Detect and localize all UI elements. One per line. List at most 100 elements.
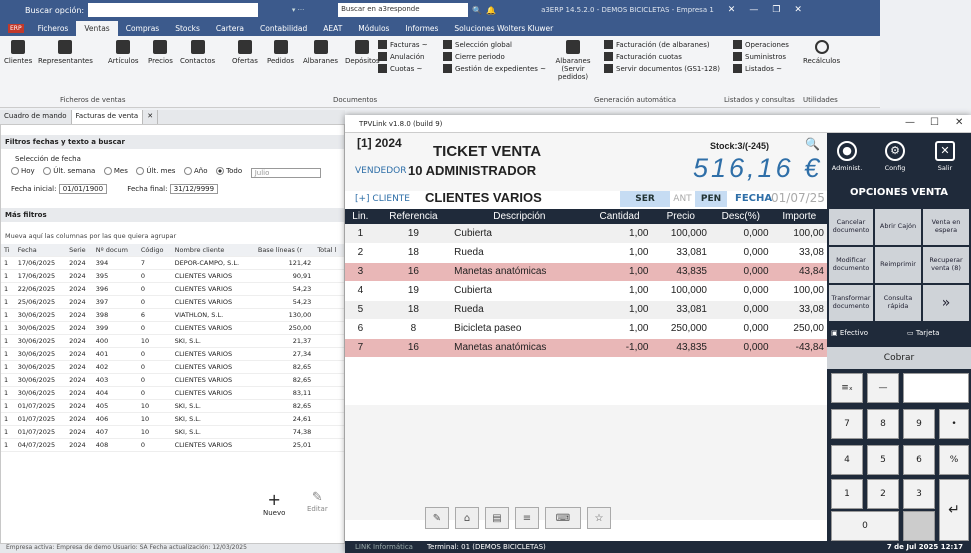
table-row[interactable]: 1 04/07/2025 2024 408 0 CLIENTES VARIOS 25,01: [1, 438, 344, 452]
suministros-button[interactable]: Suministros: [733, 52, 786, 61]
column-header[interactable]: Ti: [1, 244, 15, 257]
table-row[interactable]: 1 30/06/2025 2024 401 0 CLIENTES VARIOS 27,34: [1, 347, 344, 361]
reimprimir-button[interactable]: Reimprimir: [875, 247, 921, 283]
list-arrow-icon[interactable]: ≡: [515, 507, 539, 529]
ticket-line-row[interactable]: 5 18 Rueda 1,00 33,081 0,000 33,08: [345, 300, 827, 320]
ticket-line-row[interactable]: 4 19 Cubierta 1,00 100,000 0,000 100,00: [345, 281, 827, 301]
pedidos-button[interactable]: Pedidos: [267, 40, 294, 65]
cuotas-menu[interactable]: Cuotas ~: [378, 64, 422, 73]
abrir-cajon-button[interactable]: Abrir Cajón: [875, 209, 921, 245]
config-button[interactable]: ⚙ Config: [877, 141, 913, 172]
key-1[interactable]: 1: [831, 479, 863, 509]
depositos-button[interactable]: Depósitos: [345, 40, 380, 65]
tab-cartera[interactable]: Cartera: [208, 24, 252, 36]
ofertas-button[interactable]: Ofertas: [232, 40, 258, 65]
representantes-button[interactable]: Representantes: [38, 40, 93, 65]
column-header[interactable]: Base líneas (r: [254, 244, 315, 257]
amount-input[interactable]: [903, 373, 969, 403]
albaranes-servir-button[interactable]: Albaranes (Servir pedidos): [548, 40, 598, 81]
tab-informes[interactable]: Informes: [397, 24, 446, 36]
table-row[interactable]: 1 30/06/2025 2024 398 6 VIATHLON, S.L. 130,00: [1, 308, 344, 322]
ticket-line-row[interactable]: 7 16 Manetas anatómicas -1,00 43,835 0,000 -43…: [345, 338, 827, 358]
keyboard-icon[interactable]: ⌨: [545, 507, 581, 529]
salir-button[interactable]: ✕ Salir: [927, 141, 963, 172]
key-9[interactable]: 9: [903, 409, 935, 439]
table-row[interactable]: 1 30/06/2025 2024 403 0 CLIENTES VARIOS 82,65: [1, 373, 344, 387]
tab-ventas[interactable]: Ventas: [76, 21, 118, 36]
mas-filtros-header[interactable]: Más filtros: [1, 208, 344, 222]
fecha-value[interactable]: 01/07/25: [771, 191, 825, 205]
tab-facturas-venta[interactable]: Facturas de venta: [71, 110, 144, 124]
table-row[interactable]: 1 22/06/2025 2024 396 0 CLIENTES VARIOS 54,23: [1, 282, 344, 296]
admin-button[interactable]: ● Administ.: [829, 141, 865, 172]
month-select[interactable]: Julio: [250, 168, 321, 178]
tab-ficheros[interactable]: Ficheros: [30, 24, 77, 36]
facturacion-albaranes-button[interactable]: Facturación (de albaranes): [604, 40, 710, 49]
card-icon[interactable]: ▤: [485, 507, 509, 529]
tab-aeat[interactable]: AEAT: [315, 24, 350, 36]
listados-menu[interactable]: Listados ~: [733, 64, 782, 73]
option-search-input[interactable]: [88, 3, 259, 17]
nuevo-button[interactable]: + Nuevo: [263, 490, 285, 517]
pen-button[interactable]: PEN: [695, 191, 727, 207]
ticket-line-row[interactable]: 1 19 Cubierta 1,00 100,000 0,000 100,00: [345, 224, 827, 244]
recuperar-venta-button[interactable]: Recuperar venta (8): [923, 247, 969, 283]
ser-button[interactable]: SER: [620, 191, 670, 207]
cliente-value[interactable]: CLIENTES VARIOS: [425, 190, 542, 205]
table-row[interactable]: 1 30/06/2025 2024 399 0 CLIENTES VARIOS 250,00: [1, 321, 344, 335]
maximize-icon[interactable]: ☐: [930, 117, 939, 128]
ant-button[interactable]: ANT: [670, 191, 695, 207]
key-percent[interactable]: %: [939, 445, 969, 475]
column-header[interactable]: Nº docum: [92, 244, 138, 257]
table-row[interactable]: 1 25/06/2025 2024 397 0 CLIENTES VARIOS 54,23: [1, 295, 344, 309]
column-header[interactable]: Total l: [314, 244, 344, 257]
facturas-menu[interactable]: Facturas ~: [378, 40, 428, 49]
key-dot[interactable]: •: [939, 409, 969, 439]
window-close-icon[interactable]: ✕: [794, 5, 802, 15]
table-row[interactable]: 1 30/06/2025 2024 402 0 CLIENTES VARIOS 82,65: [1, 360, 344, 374]
search-icon[interactable]: 🔍: [805, 137, 820, 151]
key-0[interactable]: 0: [831, 511, 899, 541]
facturacion-cuotas-button[interactable]: Facturación cuotas: [604, 52, 682, 61]
key-3[interactable]: 3: [903, 479, 935, 509]
efectivo-button[interactable]: ▣ Efectivo: [831, 329, 868, 337]
modificar-documento-button[interactable]: Modificar documento: [829, 247, 873, 283]
column-header[interactable]: Nombre cliente: [171, 244, 255, 257]
key-8[interactable]: 8: [867, 409, 899, 439]
search-dropdown-icon[interactable]: ▾ ···: [258, 6, 338, 14]
star-icon[interactable]: ☆: [587, 507, 611, 529]
tab-compras[interactable]: Compras: [118, 24, 167, 36]
table-row[interactable]: 1 01/07/2025 2024 407 10 SKI, S.L. 74,38: [1, 425, 344, 439]
enter-key[interactable]: ↵: [939, 479, 969, 541]
editar-button[interactable]: ✎ Editar: [307, 490, 328, 513]
key-4[interactable]: 4: [831, 445, 863, 475]
minimize-icon[interactable]: —: [749, 5, 758, 15]
ticket-line-row[interactable]: 2 18 Rueda 1,00 33,081 0,000 33,08: [345, 243, 827, 263]
building-icon[interactable]: ⌂: [455, 507, 479, 529]
a3responde-search-input[interactable]: Buscar en a3responde: [338, 3, 469, 17]
search-icon[interactable]: 🔍: [472, 6, 482, 15]
key-6[interactable]: 6: [903, 445, 935, 475]
fecha-final-input[interactable]: 31/12/9999: [169, 184, 219, 194]
radio-ano[interactable]: Año: [184, 167, 208, 175]
tab-stocks[interactable]: Stocks: [167, 24, 208, 36]
clear-key[interactable]: ≡ₓ: [831, 373, 863, 403]
table-row[interactable]: 1 30/06/2025 2024 404 0 CLIENTES VARIOS 83,11: [1, 386, 344, 400]
albaranes-button[interactable]: Albaranes: [303, 40, 338, 65]
table-row[interactable]: 1 17/06/2025 2024 395 0 CLIENTES VARIOS 90,91: [1, 269, 344, 283]
close-icon[interactable]: ✕: [728, 5, 736, 15]
venta-espera-button[interactable]: Venta en espera: [923, 209, 969, 245]
lines-column-header[interactable]: Descripción: [451, 209, 588, 224]
anulacion-button[interactable]: Anulación: [378, 52, 424, 61]
key-5[interactable]: 5: [867, 445, 899, 475]
servir-documentos-button[interactable]: Servir documentos (GS1-128): [604, 64, 720, 73]
cobrar-button[interactable]: Cobrar: [827, 347, 971, 369]
table-row[interactable]: 1 01/07/2025 2024 405 10 SKI, S.L. 82,65: [1, 399, 344, 413]
lines-column-header[interactable]: Desc(%): [710, 209, 772, 224]
ticket-line-row[interactable]: 3 16 Manetas anatómicas 1,00 43,835 0,000 43,8…: [345, 262, 827, 282]
transformar-documento-button[interactable]: Transformar documento: [829, 285, 873, 321]
clientes-button[interactable]: Clientes: [4, 40, 32, 65]
radio-mes[interactable]: Mes: [103, 167, 128, 175]
table-row[interactable]: 1 01/07/2025 2024 406 10 SKI, S.L. 24,61: [1, 412, 344, 426]
lines-column-header[interactable]: Lin.: [345, 209, 376, 224]
